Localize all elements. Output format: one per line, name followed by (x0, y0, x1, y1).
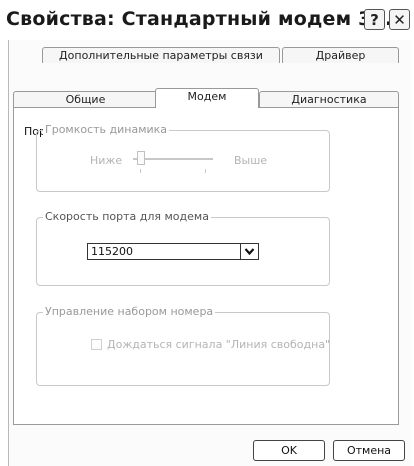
volume-slider-thumb[interactable] (137, 151, 145, 165)
speed-group: Скорость порта для модема 115200 (36, 210, 330, 286)
volume-slider-tick (140, 169, 141, 173)
wait-dialtone-checkbox[interactable] (91, 339, 102, 350)
volume-slider-track (133, 158, 213, 160)
volume-group: Громкость динамика Ниже Выше (36, 123, 330, 192)
ok-button[interactable]: OK (253, 440, 325, 461)
cancel-button[interactable]: Отмена (333, 440, 405, 461)
dial-legend: Управление набором номера (43, 305, 216, 318)
tab-general[interactable]: Общие (13, 91, 158, 107)
speed-dropdown-button[interactable] (240, 244, 258, 259)
speed-select[interactable]: 115200 (87, 243, 259, 260)
title-bar: Свойства: Стандартный модем 33... ? ✕ (0, 0, 414, 40)
window-title: Свойства: Стандартный модем 33... (6, 8, 408, 30)
wait-dialtone-label: Дождаться сигнала "Линия свободна" (107, 338, 331, 351)
help-icon: ? (370, 10, 379, 29)
volume-slider[interactable] (133, 149, 213, 173)
volume-slider-tick (205, 169, 206, 173)
volume-high-label: Выше (234, 154, 268, 167)
help-button[interactable]: ? (364, 9, 385, 30)
close-button[interactable]: ✕ (389, 9, 410, 30)
speed-select-value: 115200 (91, 245, 133, 258)
chevron-down-icon (244, 248, 255, 256)
volume-legend: Громкость динамика (43, 123, 170, 136)
dial-group: Управление набором номера Дождаться сигн… (36, 305, 331, 386)
speed-legend: Скорость порта для модема (43, 210, 211, 223)
volume-low-label: Ниже (90, 154, 123, 167)
modem-tab-panel: Порт: COM1 Громкость динамика Ниже Выше … (13, 107, 399, 425)
close-icon: ✕ (393, 10, 406, 29)
tab-diagnostics[interactable]: Диагностика (259, 91, 399, 107)
tab-modem[interactable]: Модем (155, 88, 259, 108)
tab-driver[interactable]: Драйвер (282, 47, 399, 63)
tab-advanced-settings[interactable]: Дополнительные параметры связи (42, 47, 280, 63)
